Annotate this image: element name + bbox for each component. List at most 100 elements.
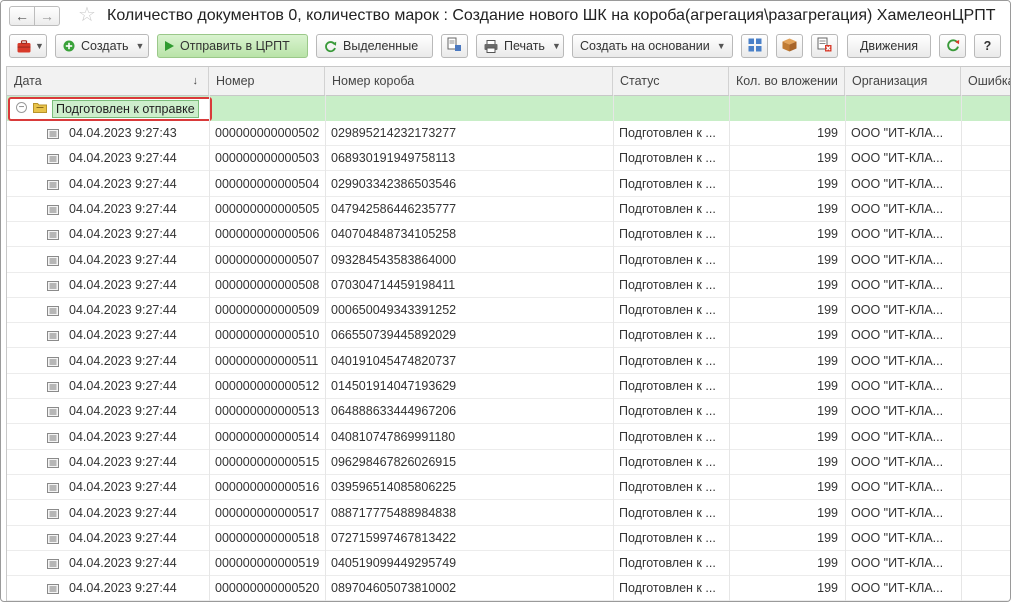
cell-number: 000000000000503	[215, 151, 320, 166]
document-icon	[47, 153, 59, 167]
table-row[interactable]: 04.04.2023 9:27:44 000000000000506 0407048…	[7, 222, 1010, 248]
table-row[interactable]: 04.04.2023 9:27:44 000000000000505 0479425…	[7, 197, 1010, 222]
document-icon	[47, 179, 59, 193]
column-header-organization[interactable]: Организация	[845, 67, 961, 95]
box-icon	[782, 38, 797, 55]
cell-status: Подготовлен к ...	[619, 530, 716, 545]
cell-date: 04.04.2023 9:27:44	[69, 328, 177, 343]
forward-button[interactable]: →	[34, 6, 60, 26]
cell-organization: ООО "ИТ-КЛА...	[851, 227, 944, 242]
column-header-error[interactable]: Ошибка	[961, 67, 1010, 95]
table-row[interactable]: 04.04.2023 9:27:44 000000000000509 0006500…	[7, 298, 1010, 324]
table-row[interactable]: 04.04.2023 9:27:44 000000000000507 0932845…	[7, 248, 1010, 273]
cell-status: Подготовлен к ...	[619, 176, 716, 191]
table-row[interactable]: 04.04.2023 9:27:44 000000000000518 0727159…	[7, 526, 1010, 551]
table-row[interactable]: 04.04.2023 9:27:44 000000000000516 0395965…	[7, 475, 1010, 501]
cell-number: 000000000000507	[215, 252, 320, 267]
scan-document-button[interactable]	[441, 34, 468, 58]
print-button[interactable]: Печать ▼	[476, 34, 564, 58]
table-row[interactable]: 04.04.2023 9:27:44 000000000000510 0665507…	[7, 323, 1010, 349]
printer-icon	[484, 39, 498, 53]
cell-box-number: 072715997467813422	[331, 530, 457, 545]
cell-quantity: 199	[817, 404, 838, 419]
table-row[interactable]: 04.04.2023 9:27:44 000000000000520 0897046…	[7, 576, 1010, 601]
cell-date: 04.04.2023 9:27:44	[69, 277, 177, 292]
cell-organization: ООО "ИТ-КЛА...	[851, 126, 944, 140]
cell-status: Подготовлен к ...	[619, 404, 716, 419]
cell-organization: ООО "ИТ-КЛА...	[851, 151, 944, 166]
cell-quantity: 199	[817, 328, 838, 343]
document-icon	[47, 381, 59, 395]
structure-button[interactable]	[741, 34, 768, 58]
column-header-number[interactable]: Номер	[209, 67, 325, 95]
column-header-date[interactable]: Дата ↓	[7, 67, 209, 95]
cell-status: Подготовлен к ...	[619, 151, 716, 166]
arrow-right-icon: →	[40, 8, 54, 24]
briefcase-menu-button[interactable]: ▼	[9, 34, 47, 58]
table-row[interactable]: 04.04.2023 9:27:44 000000000000515 0962984…	[7, 450, 1010, 475]
cell-number: 000000000000511	[215, 353, 319, 368]
back-button[interactable]: ←	[9, 6, 35, 26]
document-icon	[47, 128, 59, 142]
document-icon	[47, 508, 59, 522]
table-row[interactable]: 04.04.2023 9:27:44 000000000000512 0145019…	[7, 374, 1010, 399]
table-row[interactable]: 04.04.2023 9:27:44 000000000000517 0887177…	[7, 501, 1010, 526]
table-row[interactable]: 04.04.2023 9:27:44 000000000000511 0401910…	[7, 349, 1010, 374]
scan-document-icon	[447, 37, 462, 55]
create-button[interactable]: Создать ▼	[55, 34, 149, 58]
movements-button[interactable]: Движения	[847, 34, 931, 58]
cell-box-number: 000650049343391252	[331, 303, 457, 318]
cell-box-number: 064888633444967206	[331, 404, 457, 419]
table-row[interactable]: 04.04.2023 9:27:44 000000000000504 0299033…	[7, 172, 1010, 197]
column-divider	[729, 95, 730, 601]
cell-status: Подготовлен к ...	[619, 328, 716, 343]
cell-organization: ООО "ИТ-КЛА...	[851, 429, 944, 444]
table-row[interactable]: 04.04.2023 9:27:44 000000000000519 0405190…	[7, 551, 1010, 577]
help-button-label: ?	[983, 39, 992, 53]
cell-organization: ООО "ИТ-КЛА...	[851, 404, 944, 419]
table-row[interactable]: 04.04.2023 9:27:44 000000000000503 0689301…	[7, 146, 1010, 172]
play-icon	[165, 41, 174, 51]
column-divider	[961, 95, 962, 601]
table-row[interactable]: 04.04.2023 9:27:44 000000000000514 0408107…	[7, 425, 1010, 450]
cell-number: 000000000000513	[215, 404, 320, 419]
folder-icon	[33, 102, 47, 116]
cell-box-number: 088717775488984838	[331, 505, 457, 520]
table-row[interactable]: 04.04.2023 9:27:43 000000000000502 0298952…	[7, 121, 1010, 146]
group-label[interactable]: Подготовлен к отправке	[52, 100, 199, 118]
cell-status: Подготовлен к ...	[619, 556, 716, 571]
cell-box-number: 068930191949758113	[331, 151, 456, 166]
refresh-button[interactable]	[939, 34, 966, 58]
collapse-toggle-icon[interactable]: −	[16, 102, 27, 113]
cell-box-number: 014501914047193629	[331, 379, 457, 393]
cell-box-number: 070304714459198411	[331, 277, 456, 292]
column-header-status[interactable]: Статус	[613, 67, 729, 95]
table-row[interactable]: 04.04.2023 9:27:44 000000000000508 0703047…	[7, 273, 1010, 298]
cell-number: 000000000000514	[215, 429, 320, 444]
cell-organization: ООО "ИТ-КЛА...	[851, 303, 944, 318]
cell-number: 000000000000510	[215, 328, 320, 343]
column-header-quantity[interactable]: Кол. во вложении	[729, 67, 845, 95]
cell-status: Подготовлен к ...	[619, 505, 716, 520]
column-header-box-number[interactable]: Номер короба	[325, 67, 613, 95]
cell-quantity: 199	[817, 480, 838, 495]
cell-date: 04.04.2023 9:27:44	[69, 505, 177, 520]
star-icon[interactable]: ☆	[78, 4, 96, 26]
cell-quantity: 199	[817, 379, 838, 393]
selected-button[interactable]: Выделенные	[316, 34, 433, 58]
create-button-label: Создать	[81, 39, 129, 53]
box-button[interactable]	[776, 34, 803, 58]
delete-document-icon	[817, 37, 832, 55]
cell-box-number: 047942586446235777	[331, 201, 457, 216]
document-icon	[47, 432, 59, 446]
document-icon	[47, 583, 59, 597]
print-button-label: Печать	[504, 39, 545, 53]
table-row[interactable]: 04.04.2023 9:27:44 000000000000513 0648886…	[7, 399, 1010, 425]
toolbar: ▼ Создать ▼ Отправить в ЦРПТ Выделенные	[1, 32, 1010, 62]
send-to-crpt-button[interactable]: Отправить в ЦРПТ	[157, 34, 308, 58]
create-based-on-button[interactable]: Создать на основании ▼	[572, 34, 733, 58]
chevron-down-icon: ▼	[135, 41, 145, 51]
help-button[interactable]: ?	[974, 34, 1001, 58]
cell-box-number: 066550739445892029	[331, 328, 457, 343]
delete-document-button[interactable]	[811, 34, 838, 58]
